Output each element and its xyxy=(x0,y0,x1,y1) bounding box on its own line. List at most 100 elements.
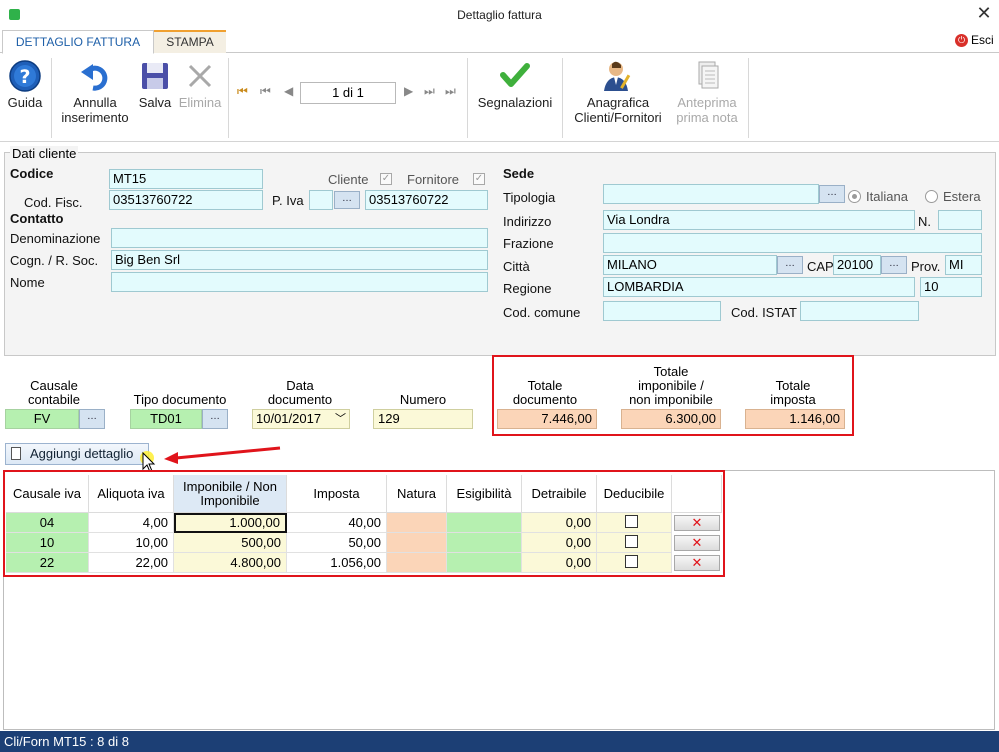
estera-radio[interactable] xyxy=(925,190,938,203)
cod-comune-label: Cod. comune xyxy=(503,305,581,320)
anagrafica-label-1: Anagrafica xyxy=(586,95,650,110)
annulla-inserimento-button[interactable]: Annulla inserimento xyxy=(56,60,134,125)
aggiungi-dettaglio-button[interactable]: Aggiungi dettaglio xyxy=(5,443,149,465)
cell-causale-iva[interactable]: 10 xyxy=(6,533,89,553)
column-header-imponibile[interactable]: Imponibile / Non Imponibile xyxy=(174,475,287,513)
prev-page-icon[interactable]: ⏮ xyxy=(260,84,271,99)
prov-label: Prov. xyxy=(911,259,941,274)
causale-lookup-button[interactable]: … xyxy=(79,409,105,429)
column-header-esigibilita[interactable]: Esigibilità xyxy=(447,475,522,513)
cell-imponibile[interactable]: 4.800,00 xyxy=(174,553,287,573)
data-documento-field[interactable]: 10/01/2017 ﹀ xyxy=(252,409,350,429)
numero-civico-field[interactable] xyxy=(938,210,982,230)
tipo-documento-field[interactable]: TD01 xyxy=(130,409,202,429)
elimina-button[interactable]: Elimina xyxy=(176,60,224,110)
denominazione-field[interactable] xyxy=(111,228,488,248)
piva-country-field[interactable] xyxy=(309,190,333,210)
delete-row-button[interactable]: ✕ xyxy=(674,555,720,571)
cell-imponibile[interactable]: 1.000,00 xyxy=(174,513,287,533)
cell-imposta[interactable]: 40,00 xyxy=(287,513,387,533)
cell-aliquota-iva[interactable]: 4,00 xyxy=(89,513,174,533)
column-header-causale-iva[interactable]: Causale iva xyxy=(6,475,89,513)
cod-istat-field[interactable] xyxy=(800,301,919,321)
cliente-checkbox[interactable]: ✓ xyxy=(380,173,392,185)
cell-detraibile[interactable]: 0,00 xyxy=(522,533,597,553)
cell-aliquota-iva[interactable]: 10,00 xyxy=(89,533,174,553)
cell-natura[interactable] xyxy=(387,533,447,553)
regione-code-field[interactable]: 10 xyxy=(920,277,982,297)
cod-fisc-field[interactable]: 03513760722 xyxy=(109,190,263,210)
cap-field[interactable]: 20100 xyxy=(833,255,881,275)
cell-esigibilita[interactable] xyxy=(447,553,522,573)
cell-detraibile[interactable]: 0,00 xyxy=(522,553,597,573)
next-page-icon[interactable]: ⏭ xyxy=(424,84,435,99)
delete-row-button[interactable]: ✕ xyxy=(674,535,720,551)
anagrafica-clienti-fornitori-button[interactable]: Anagrafica Clienti/Fornitori xyxy=(566,60,670,125)
tipologia-lookup-button[interactable]: … xyxy=(819,185,845,203)
esci-button[interactable]: Esci xyxy=(971,33,994,47)
panel-legend: Dati cliente xyxy=(10,146,79,161)
separator xyxy=(467,58,468,138)
column-header-deducibile[interactable]: Deducibile xyxy=(597,475,672,513)
cognome-field[interactable]: Big Ben Srl xyxy=(111,250,488,270)
delete-row-button[interactable]: ✕ xyxy=(674,515,720,531)
tab-stampa[interactable]: STAMPA xyxy=(154,30,226,53)
salva-button[interactable]: Salva xyxy=(136,60,174,110)
imponibile-header-line-2: Imponibile xyxy=(200,492,260,508)
deducibile-checkbox[interactable] xyxy=(625,515,638,528)
cell-esigibilita[interactable] xyxy=(447,513,522,533)
tipologia-field[interactable] xyxy=(603,184,819,204)
guida-button[interactable]: ? Guida xyxy=(3,60,47,110)
cod-fisc-label: Cod. Fisc. xyxy=(24,195,83,210)
last-record-icon[interactable]: ⏭ xyxy=(445,84,456,99)
regione-field[interactable]: LOMBARDIA xyxy=(603,277,915,297)
column-header-aliquota-iva[interactable]: Aliquota iva xyxy=(89,475,174,513)
cell-imponibile[interactable]: 500,00 xyxy=(174,533,287,553)
fornitore-checkbox[interactable]: ✓ xyxy=(473,173,485,185)
column-header-natura[interactable]: Natura xyxy=(387,475,447,513)
codice-field[interactable]: MT15 xyxy=(109,169,263,189)
next-record-icon[interactable]: ▶ xyxy=(404,84,413,98)
cod-comune-field[interactable] xyxy=(603,301,721,321)
cell-esigibilita[interactable] xyxy=(447,533,522,553)
cell-causale-iva[interactable]: 04 xyxy=(6,513,89,533)
italiana-radio[interactable] xyxy=(848,190,861,203)
tot-imp-label-line-2: imponibile / xyxy=(638,378,704,393)
numero-field[interactable]: 129 xyxy=(373,409,473,429)
anteprima-prima-nota-button[interactable]: Anteprima prima nota xyxy=(670,60,744,125)
prev-record-icon[interactable]: ◀ xyxy=(284,84,293,98)
totale-imponibile-field: 6.300,00 xyxy=(621,409,721,429)
piva-field[interactable]: 03513760722 xyxy=(365,190,488,210)
column-header-imposta[interactable]: Imposta xyxy=(287,475,387,513)
chevron-down-icon[interactable]: ﹀ xyxy=(335,410,346,428)
cell-natura[interactable] xyxy=(387,553,447,573)
cell-natura[interactable] xyxy=(387,513,447,533)
citta-field[interactable]: MILANO xyxy=(603,255,777,275)
segnalazioni-button[interactable]: Segnalazioni xyxy=(472,60,558,110)
deducibile-checkbox[interactable] xyxy=(625,535,638,548)
record-position-field[interactable]: 1 di 1 xyxy=(300,82,396,104)
cap-lookup-button[interactable]: … xyxy=(881,256,907,274)
citta-lookup-button[interactable]: … xyxy=(777,256,803,274)
cell-detraibile[interactable]: 0,00 xyxy=(522,513,597,533)
causale-contabile-field[interactable]: FV xyxy=(5,409,79,429)
totale-imposta-label: Totale imposta xyxy=(745,379,841,407)
piva-lookup-button[interactable]: … xyxy=(334,191,360,209)
frazione-field[interactable] xyxy=(603,233,982,253)
cell-imposta[interactable]: 1.056,00 xyxy=(287,553,387,573)
cell-imposta[interactable]: 50,00 xyxy=(287,533,387,553)
nome-field[interactable] xyxy=(111,272,488,292)
tipo-documento-lookup-button[interactable]: … xyxy=(202,409,228,429)
close-icon[interactable]: ✕ xyxy=(974,3,994,25)
deducibile-checkbox[interactable] xyxy=(625,555,638,568)
indirizzo-field[interactable]: Via Londra xyxy=(603,210,915,230)
column-header-detraibile[interactable]: Detraibile xyxy=(522,475,597,513)
separator xyxy=(228,58,229,138)
exit-icon[interactable]: ⏻ xyxy=(955,34,968,47)
first-record-icon[interactable]: ⏮ xyxy=(237,84,248,99)
elimina-label: Elimina xyxy=(178,95,222,110)
prov-field[interactable]: MI xyxy=(945,255,982,275)
cell-causale-iva[interactable]: 22 xyxy=(6,553,89,573)
cell-aliquota-iva[interactable]: 22,00 xyxy=(89,553,174,573)
tab-dettaglio-fattura[interactable]: DETTAGLIO FATTURA xyxy=(2,30,154,54)
